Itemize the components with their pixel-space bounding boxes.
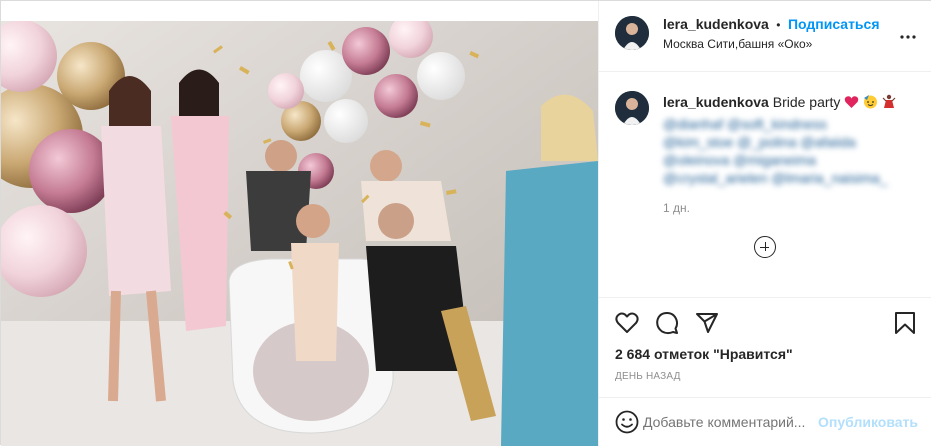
actions-bar: 2 684 отметок "Нравится" День назад	[599, 297, 931, 398]
likes-count[interactable]: 2 684 отметок "Нравится"	[615, 346, 793, 362]
blurred-line: @dianhaf @soft_kindness	[663, 116, 827, 132]
more-dots	[900, 35, 916, 39]
add-comment-bar: Опубликовать	[599, 397, 931, 447]
dancer-icon	[882, 94, 896, 113]
comment-icon[interactable]	[655, 311, 679, 340]
heart-icon	[844, 95, 859, 113]
post-header: lera_kudenkova • Подписаться Москва Сити…	[599, 1, 931, 72]
caption-username[interactable]: lera_kudenkova	[663, 94, 769, 110]
smiley-icon[interactable]	[615, 410, 639, 439]
blurred-line: @kim_stoe @_polina @afaiida	[663, 134, 856, 150]
heart-outline-icon[interactable]	[615, 312, 639, 339]
comments-area: lera_kudenkova Bride party @dianhaf @sof…	[599, 71, 931, 297]
avatar[interactable]	[615, 16, 649, 50]
likes-number: 2 684	[615, 346, 651, 362]
comment-input[interactable]	[643, 412, 823, 432]
header-dot: •	[776, 18, 781, 32]
username[interactable]: lera_kudenkova	[663, 16, 769, 32]
header-text: lera_kudenkova • Подписаться	[663, 16, 880, 34]
party-face-icon	[863, 94, 878, 113]
tagged-users-blurred: @dianhaf @soft_kindness @kim_stoe @_poli…	[663, 115, 913, 187]
post-date[interactable]: День назад	[615, 371, 681, 382]
more-icon[interactable]	[900, 23, 916, 44]
follow-button[interactable]: Подписаться	[788, 16, 880, 32]
post-side-panel: lera_kudenkova • Подписаться Москва Сити…	[598, 1, 931, 446]
post-photo[interactable]	[1, 21, 598, 446]
photo-top-spacer	[1, 1, 598, 21]
caption-avatar-image	[615, 91, 649, 125]
photo-illustration	[1, 21, 598, 446]
send-icon[interactable]	[695, 311, 719, 340]
caption-line: lera_kudenkova Bride party	[663, 93, 913, 113]
location-link[interactable]: Москва Сити,башня «Око»	[663, 37, 812, 51]
bookmark-icon[interactable]	[894, 311, 916, 340]
caption: lera_kudenkova Bride party @dianhaf @sof…	[663, 93, 913, 215]
caption-time[interactable]: 1 дн.	[663, 201, 913, 215]
publish-button[interactable]: Опубликовать	[818, 414, 918, 430]
likes-quote: "Нравится"	[713, 346, 793, 362]
likes-label: отметок	[653, 346, 710, 362]
blurred-line: @crystal_arielen @lmaria_naisima_	[663, 170, 888, 186]
caption-text: Bride party	[772, 94, 841, 110]
load-more-comments-button[interactable]	[754, 236, 776, 258]
blurred-line: @oleinova @miganeima	[663, 152, 816, 168]
post-frame: lera_kudenkova • Подписаться Москва Сити…	[0, 0, 931, 446]
avatar-image	[615, 16, 649, 50]
caption-avatar[interactable]	[615, 91, 649, 125]
